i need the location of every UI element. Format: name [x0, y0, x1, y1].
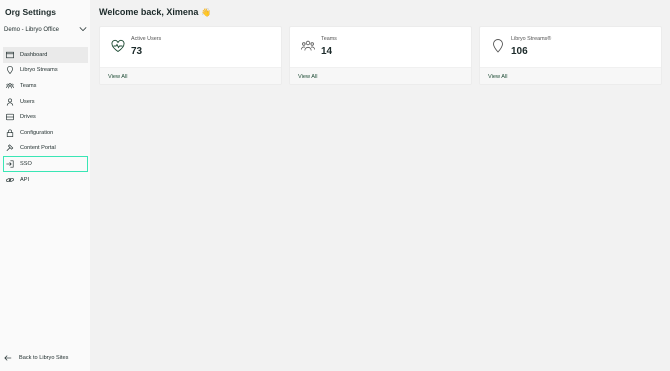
- org-select-value: Demo - Libryo Office: [4, 27, 59, 33]
- sidebar-item-libryo-streams[interactable]: Libryo Streams: [3, 63, 88, 79]
- main-content: Welcome back, Ximena 👋 Active Users 73 V…: [90, 0, 670, 371]
- card-label: Libryo Streams®: [511, 36, 552, 42]
- welcome-text: Welcome back, Ximena: [99, 7, 199, 17]
- view-all-link[interactable]: View All: [488, 74, 508, 80]
- sign-in-icon: [5, 159, 15, 169]
- card-label: Active Users: [131, 36, 162, 42]
- org-select[interactable]: Demo - Libryo Office: [4, 24, 87, 36]
- page-title: Welcome back, Ximena 👋: [99, 7, 211, 17]
- link-icon: [5, 175, 15, 185]
- sidebar-item-label: Drives: [20, 114, 36, 121]
- sidebar-nav: Dashboard Libryo Streams Teams Users Dri…: [3, 47, 88, 187]
- sidebar: Org Settings Demo - Libryo Office Dashbo…: [0, 0, 90, 371]
- location-pin-icon: [491, 39, 505, 53]
- location-pin-icon: [5, 65, 15, 75]
- browser-window-icon: [5, 50, 15, 60]
- card-value: 14: [321, 46, 333, 57]
- waving-hand-emoji: 👋: [201, 7, 212, 17]
- sidebar-item-content-portal[interactable]: Content Portal: [3, 141, 88, 157]
- sidebar-item-label: Teams: [20, 82, 37, 89]
- libryo-streams-card: Libryo Streams® 106 View All: [479, 26, 662, 85]
- sidebar-item-users[interactable]: Users: [3, 94, 88, 110]
- card-value: 73: [131, 46, 143, 57]
- card-value: 106: [511, 46, 528, 57]
- sidebar-item-label: SSO: [20, 160, 32, 167]
- sidebar-item-drives[interactable]: Drives: [3, 109, 88, 125]
- active-users-card: Active Users 73 View All: [99, 26, 282, 85]
- back-link-label: Back to Libryo Sites: [19, 355, 69, 361]
- team-icon: [301, 39, 315, 53]
- sidebar-item-label: Users: [20, 98, 35, 105]
- sidebar-item-teams[interactable]: Teams: [3, 78, 88, 94]
- sidebar-item-label: Configuration: [20, 129, 54, 136]
- view-all-link[interactable]: View All: [298, 74, 318, 80]
- heart-pulse-icon: [111, 39, 125, 53]
- sidebar-item-label: API: [20, 176, 30, 183]
- sidebar-item-label: Content Portal: [20, 145, 56, 152]
- hammer-icon: [5, 143, 15, 153]
- sidebar-title: Org Settings: [5, 7, 57, 17]
- teams-card: Teams 14 View All: [289, 26, 472, 85]
- view-all-link[interactable]: View All: [108, 74, 128, 80]
- back-to-sites-link[interactable]: Back to Libryo Sites: [4, 353, 68, 363]
- sidebar-item-dashboard[interactable]: Dashboard: [3, 47, 88, 63]
- drive-icon: [5, 112, 15, 122]
- arrow-left-icon: [4, 353, 14, 363]
- card-label: Teams: [321, 36, 337, 42]
- sidebar-item-sso[interactable]: SSO: [3, 156, 88, 172]
- lock-icon: [5, 128, 15, 138]
- sidebar-item-configuration[interactable]: Configuration: [3, 125, 88, 141]
- team-icon: [5, 81, 15, 91]
- user-icon: [5, 97, 15, 107]
- sidebar-item-label: Libryo Streams: [20, 67, 58, 74]
- chevron-down-icon: [79, 25, 87, 35]
- sidebar-item-api[interactable]: API: [3, 172, 88, 188]
- sidebar-item-label: Dashboard: [20, 51, 48, 58]
